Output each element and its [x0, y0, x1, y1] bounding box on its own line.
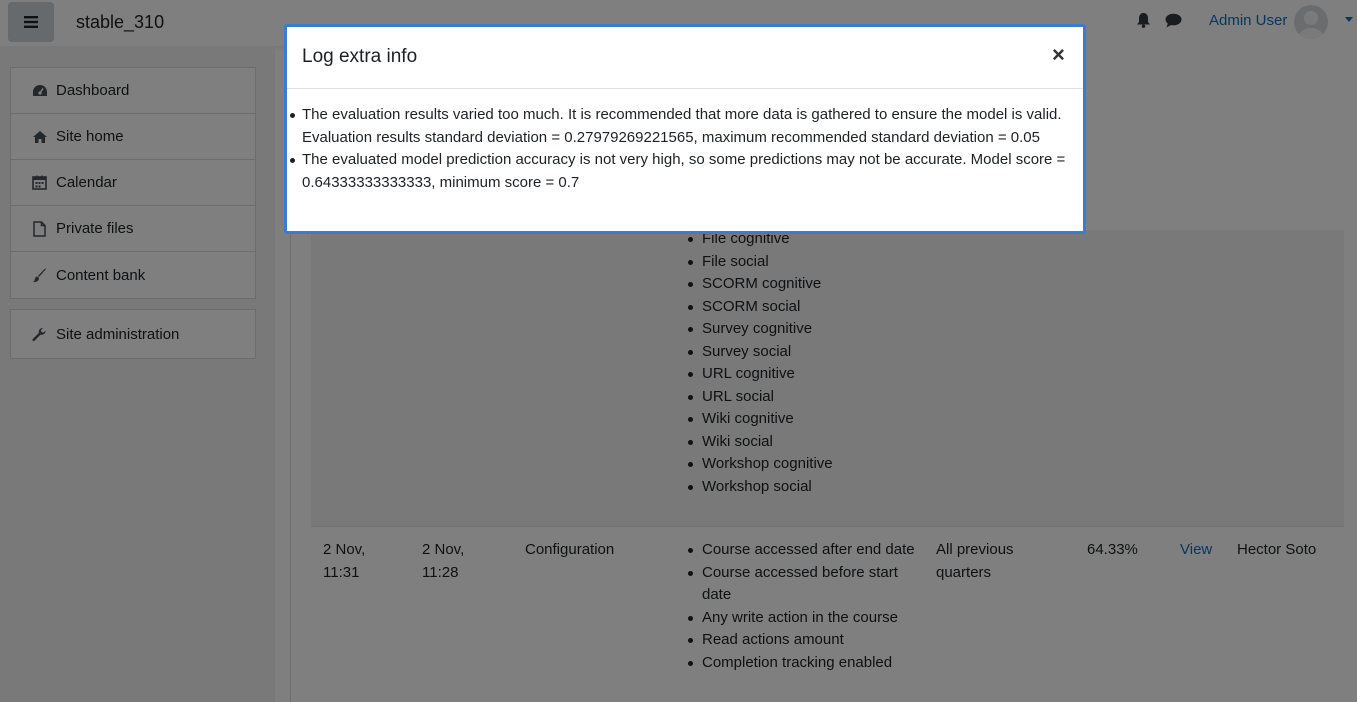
message-item: The evaluated model prediction accuracy … [290, 149, 1067, 194]
modal-header: Log extra info × [287, 27, 1083, 89]
message-list: The evaluation results varied too much. … [290, 104, 1067, 194]
close-icon[interactable]: × [1052, 44, 1065, 66]
modal-body: The evaluation results varied too much. … [290, 104, 1067, 194]
log-extra-info-modal: Log extra info × The evaluation results … [284, 24, 1086, 234]
message-item: The evaluation results varied too much. … [290, 104, 1067, 149]
modal-title: Log extra info [302, 46, 418, 67]
